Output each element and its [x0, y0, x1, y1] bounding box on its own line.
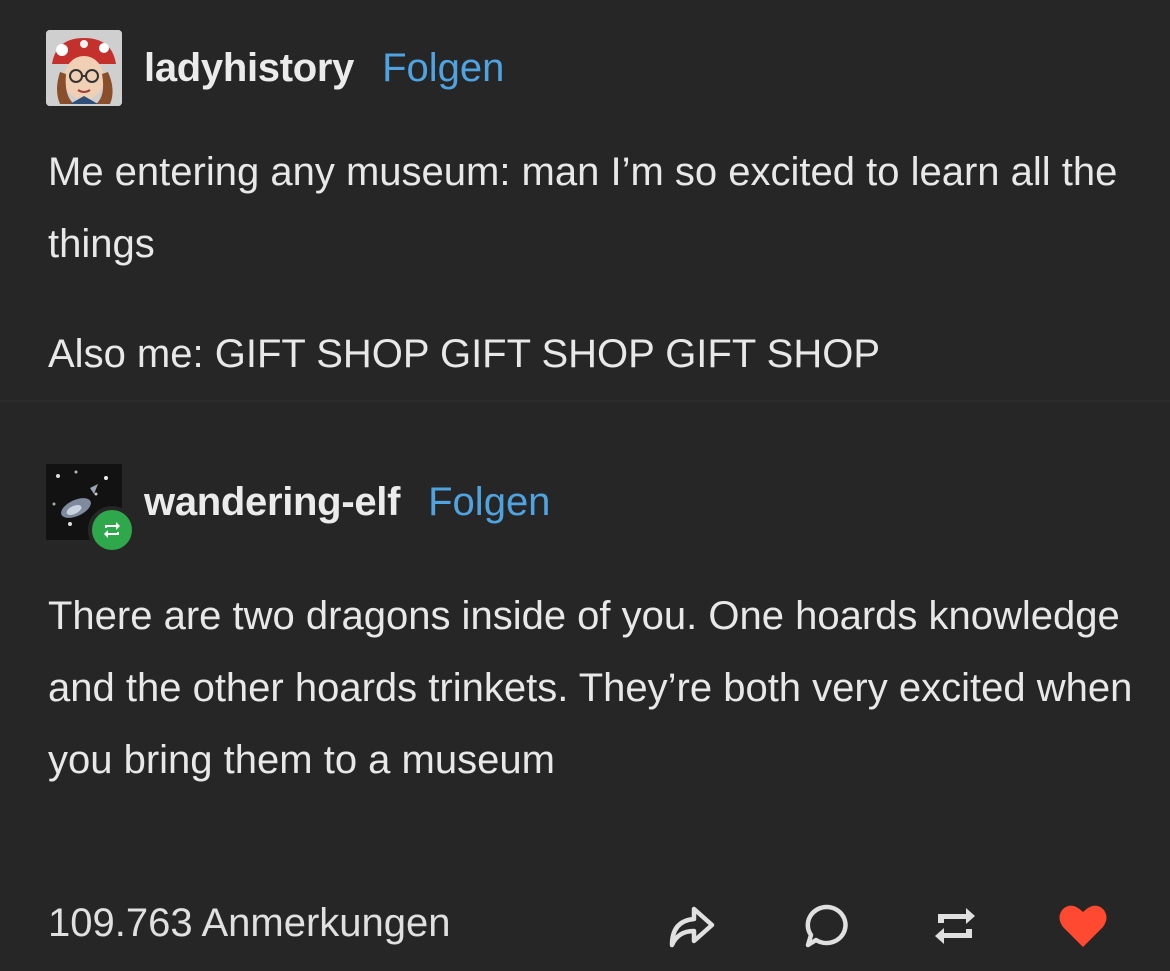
post-ladyhistory: ladyhistory Folgen Me entering any museu… [0, 0, 1170, 402]
username[interactable]: ladyhistory [144, 46, 354, 91]
post-text: There are two dragons inside of you. One… [48, 594, 1133, 782]
post-paragraph: Also me: GIFT SHOP GIFT SHOP GIFT SHOP [48, 318, 1138, 390]
follow-button[interactable]: Folgen [428, 480, 550, 525]
post-wandering-elf: wandering-elf Folgen There are two drago… [0, 402, 1170, 877]
reply-button[interactable] [800, 899, 854, 953]
share-icon [669, 906, 715, 948]
avatar[interactable] [46, 464, 136, 554]
share-button[interactable] [664, 899, 718, 953]
username[interactable]: wandering-elf [144, 480, 400, 525]
reblog-icon [104, 522, 120, 538]
post-paragraph: Me entering any museum: man I’m so excit… [48, 136, 1138, 280]
reblog-icon [935, 908, 975, 944]
reply-icon [805, 904, 848, 948]
avatar-pirate-icon [46, 30, 122, 106]
notes-count[interactable]: 109.763 Anmerkungen [48, 901, 451, 946]
follow-button[interactable]: Folgen [382, 46, 504, 91]
post-footer: 109.763 Anmerkungen [0, 877, 1170, 971]
post-header: ladyhistory Folgen [46, 30, 504, 106]
post-text: Also me: GIFT SHOP GIFT SHOP GIFT SHOP [48, 332, 881, 376]
reblog-button[interactable] [928, 899, 982, 953]
reblog-badge [88, 506, 136, 554]
post-header: wandering-elf Folgen [46, 464, 550, 554]
like-button[interactable] [1056, 899, 1110, 953]
avatar[interactable] [46, 30, 122, 106]
post-text: Me entering any museum: man I’m so excit… [48, 150, 1118, 266]
heart-icon [1059, 905, 1107, 947]
post-paragraph: There are two dragons inside of you. One… [48, 580, 1138, 796]
